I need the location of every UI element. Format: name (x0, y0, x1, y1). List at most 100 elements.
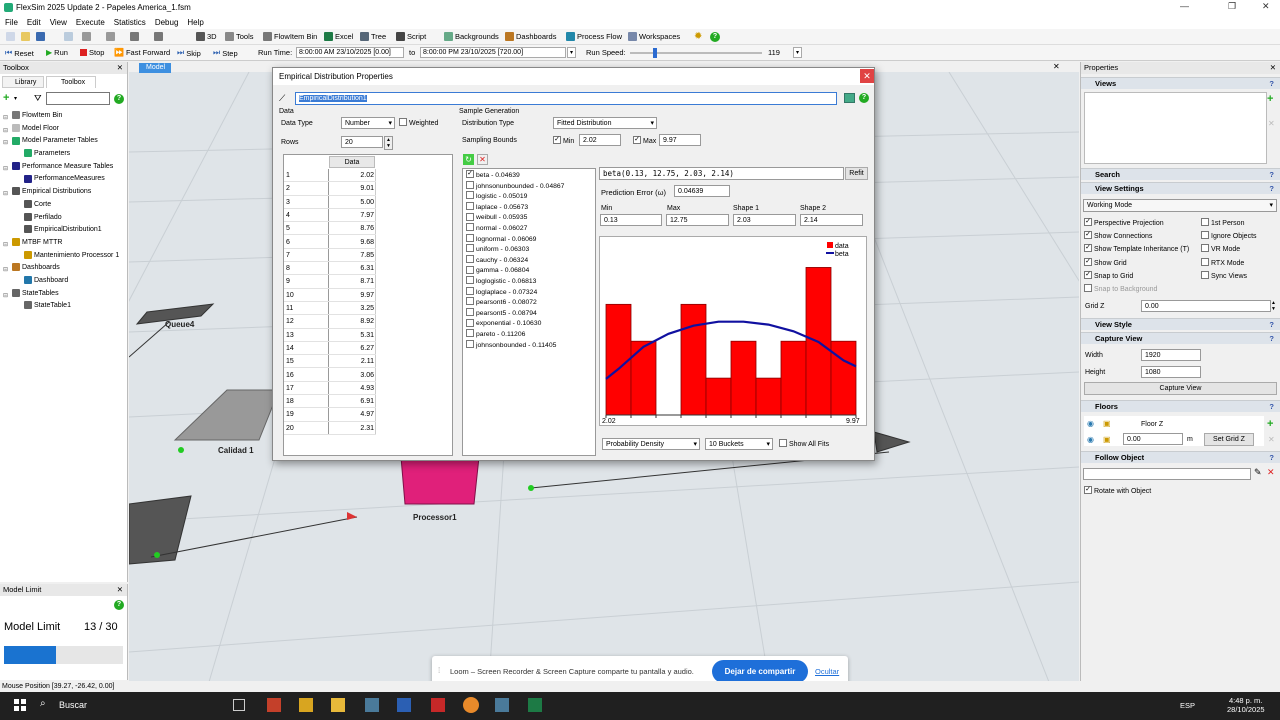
stop-sharing-button[interactable]: Dejar de compartir (712, 660, 808, 683)
connect-icon[interactable] (82, 32, 91, 41)
fit-checkbox[interactable] (466, 202, 474, 210)
properties-picture-icon[interactable] (844, 93, 855, 103)
tb-workspaces[interactable]: Workspaces (628, 32, 680, 41)
task-view-icon[interactable] (233, 699, 245, 711)
fit-checkbox[interactable] (466, 339, 474, 348)
fit-checkbox[interactable]: ✓ (466, 170, 474, 179)
run-speed-slider[interactable] (630, 52, 762, 54)
help-icon[interactable]: ? (710, 32, 720, 42)
floor-visible-icon[interactable]: ◉ (1087, 419, 1094, 428)
taskbar-search[interactable]: Buscar (59, 700, 87, 710)
table-row[interactable]: 4 7.97 (284, 209, 376, 223)
table-row[interactable]: 13 5.31 (284, 329, 376, 342)
fit-checkbox[interactable] (466, 329, 474, 338)
buckets-select[interactable]: 10 Buckets ▾ (705, 438, 773, 450)
new-icon[interactable] (6, 32, 15, 41)
flexsim-taskbar-icon[interactable] (365, 698, 379, 712)
show-all-fits-checkbox[interactable]: Show All Fits (779, 439, 829, 448)
rows-input[interactable]: 20 (341, 136, 383, 148)
fit-item[interactable]: pearsont5 - 0.08794 (466, 308, 537, 320)
tree-item[interactable]: Mantenimiento Processor 1 (0, 250, 128, 263)
dialog-help-icon[interactable]: ? (859, 93, 869, 103)
fit-item[interactable]: lognormal - 0.06069 (466, 233, 536, 246)
table-row[interactable]: 7 7.85 (284, 249, 376, 263)
table-row[interactable]: 17 4.93 (284, 382, 376, 396)
fit-item[interactable]: ✓ beta - 0.04639 (466, 170, 520, 182)
table-row[interactable]: 20 2.31 (284, 422, 376, 435)
fit-checkbox[interactable] (466, 255, 474, 263)
table-row[interactable]: 15 2.11 (284, 355, 376, 369)
data-column-header[interactable]: Data (329, 156, 375, 168)
fit-checkbox[interactable] (466, 297, 474, 306)
add-view-icon[interactable]: + (1267, 93, 1273, 105)
step-button[interactable]: ⏭ Step (213, 48, 238, 58)
add-dropdown-icon[interactable]: ▾ (14, 95, 17, 102)
open-icon[interactable] (21, 32, 30, 41)
section-search[interactable]: Search? (1081, 168, 1280, 180)
menu-execute[interactable]: Execute (76, 18, 105, 27)
word-icon[interactable] (397, 698, 411, 712)
tab-library[interactable]: Library (2, 76, 44, 88)
dialog-close-icon[interactable]: ✕ (860, 69, 874, 83)
fit-item[interactable]: gamma - 0.06804 (466, 265, 529, 277)
acrobat-icon[interactable] (431, 698, 445, 712)
table-row[interactable]: 8 6.31 (284, 262, 376, 276)
tree-item[interactable]: EmpiricalDistribution1 (0, 224, 128, 237)
rows-spinner-icon[interactable]: ▲ ▼ (384, 136, 393, 150)
calidad1-object[interactable] (173, 389, 280, 441)
tb-tools[interactable]: Tools (225, 32, 254, 41)
chrome-icon[interactable] (463, 697, 479, 713)
add-floor-icon[interactable]: + (1267, 418, 1273, 430)
min-bound-checkbox[interactable]: ✓ Min (553, 136, 574, 145)
flexsim-active-icon[interactable] (495, 698, 509, 712)
fit-item[interactable]: laplace - 0.05673 (466, 202, 528, 214)
stamp-icon[interactable] (130, 32, 139, 41)
toolbox-filter-input[interactable] (46, 92, 110, 105)
table-row[interactable]: 18 6.91 (284, 395, 376, 409)
section-view-style[interactable]: View Style? (1081, 318, 1280, 330)
table-row[interactable]: 5 8.76 (284, 222, 376, 236)
settings-gear-icon[interactable]: ✹ (694, 31, 702, 42)
views-list[interactable] (1084, 92, 1267, 164)
height-input[interactable]: 1080 (1141, 366, 1201, 378)
fit-checkbox[interactable] (466, 233, 474, 242)
clock-date[interactable]: 28/10/2025 (1227, 705, 1265, 714)
view-setting-checkbox[interactable]: RTX Mode (1201, 257, 1244, 267)
remove-view-icon[interactable]: ✕ (1268, 119, 1275, 128)
toolbox-close-icon[interactable]: ✕ (117, 62, 123, 74)
param-max-field[interactable]: 12.75 (666, 214, 729, 226)
tb-process-flow[interactable]: Process Flow (566, 32, 622, 41)
fit-checkbox[interactable] (466, 265, 474, 274)
table-row[interactable]: 6 9.68 (284, 236, 376, 249)
fit-checkbox[interactable] (466, 276, 474, 285)
view-setting-checkbox[interactable]: VR Mode (1201, 244, 1240, 253)
expression-field[interactable]: beta(0.13, 12.75, 2.03, 2.14) (599, 167, 844, 180)
view-setting-checkbox[interactable]: Ignore Objects (1201, 231, 1257, 240)
tree-item[interactable]: Parameters (0, 148, 128, 161)
param-shape2-field[interactable]: 2.14 (800, 214, 863, 226)
menu-debug[interactable]: Debug (155, 18, 179, 27)
set-grid-z-button[interactable]: Set Grid Z (1204, 433, 1254, 446)
view-setting-checkbox[interactable]: ✓ Show Template Inheritance (T) (1084, 244, 1189, 253)
edit-icon[interactable] (154, 32, 163, 41)
tree-item[interactable]: ⊟ Performance Measure Tables (0, 161, 128, 174)
table-row[interactable]: 12 8.92 (284, 315, 376, 329)
section-views[interactable]: Views? (1081, 77, 1280, 89)
processor1-object[interactable] (400, 456, 480, 505)
remove-floor-icon[interactable]: ✕ (1268, 435, 1275, 444)
disconnect-icon[interactable] (106, 32, 115, 41)
conveyor-object[interactable] (129, 495, 192, 565)
sink-object[interactable] (873, 431, 911, 453)
view-setting-checkbox[interactable]: ✓ Show Connections (1084, 231, 1152, 240)
add-icon[interactable]: + (3, 93, 9, 104)
tree-item[interactable]: ⊟ MTBF MTTR (0, 237, 128, 250)
tb-script[interactable]: Script (396, 32, 426, 41)
view-setting-checkbox[interactable]: ✓ Perspective Projection (1084, 218, 1164, 227)
fit-checkbox[interactable] (466, 318, 474, 327)
fast-forward-button[interactable]: ⏩ Fast Forward (114, 48, 170, 57)
tree-item[interactable]: Dashboard (0, 275, 128, 288)
drag-handle-icon[interactable]: ⁞ (438, 666, 440, 675)
max-bound-checkbox[interactable]: ✓ Max (633, 136, 656, 145)
fit-checkbox[interactable] (466, 212, 474, 221)
rotate-with-object-checkbox[interactable]: ✓ Rotate with Object (1084, 486, 1151, 495)
